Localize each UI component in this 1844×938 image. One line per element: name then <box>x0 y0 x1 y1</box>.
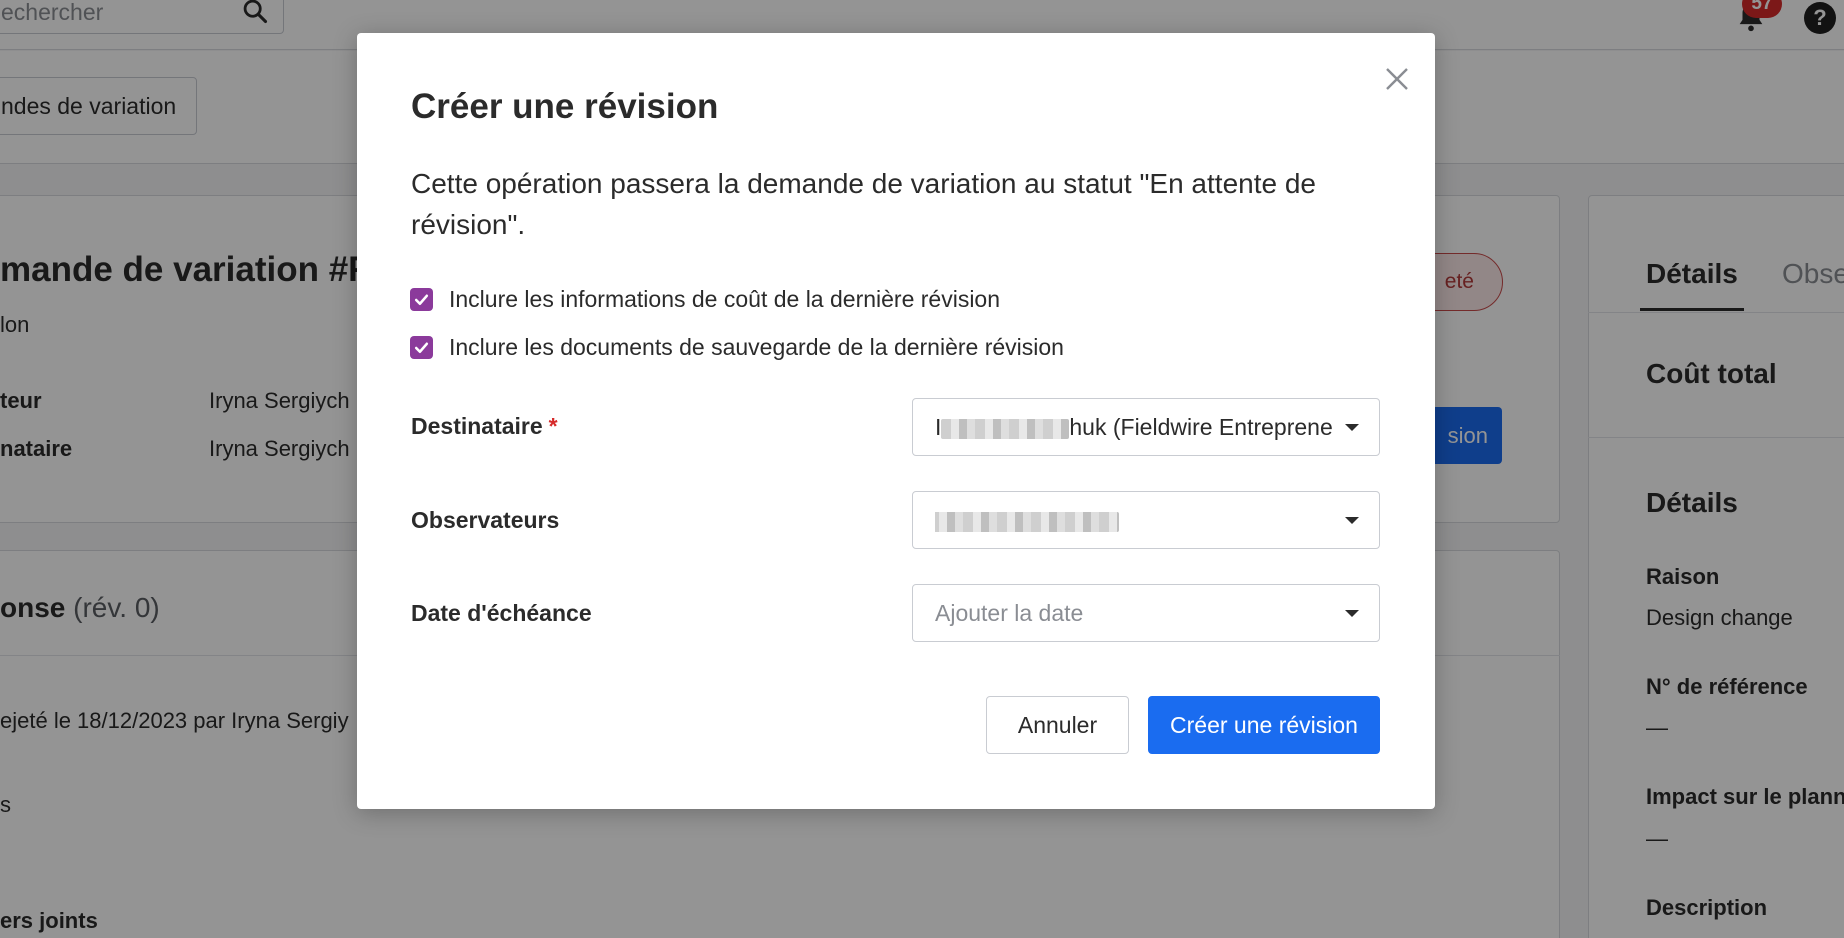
close-icon[interactable] <box>1377 59 1417 99</box>
recipient-field-label: Destinataire * <box>411 413 558 440</box>
include-cost-checkbox-row[interactable]: Inclure les informations de coût de la d… <box>410 286 1000 313</box>
checkmark-icon <box>414 342 429 354</box>
cancel-button[interactable]: Annuler <box>986 696 1129 754</box>
redacted-name <box>941 418 1070 439</box>
required-mark: * <box>548 413 558 439</box>
checkmark-icon <box>414 294 429 306</box>
chevron-down-icon <box>1345 610 1359 617</box>
recipient-label-text: Destinataire <box>411 413 543 439</box>
observers-select-value <box>935 492 1335 548</box>
modal-title: Créer une révision <box>411 87 719 126</box>
due-date-field-label: Date d'échéance <box>411 600 592 626</box>
include-documents-checkbox[interactable] <box>410 336 433 359</box>
chevron-down-icon <box>1345 424 1359 431</box>
include-cost-checkbox[interactable] <box>410 288 433 311</box>
include-cost-label: Inclure les informations de coût de la d… <box>449 286 1001 312</box>
recipient-select-value: Ihuk (Fieldwire Entreprene <box>935 399 1335 455</box>
recipient-value-suffix: huk (Fieldwire Entreprene <box>1069 414 1333 440</box>
observers-select[interactable] <box>912 491 1380 549</box>
create-revision-button[interactable]: Créer une révision <box>1148 696 1380 754</box>
include-documents-checkbox-row[interactable]: Inclure les documents de sauvegarde de l… <box>410 334 1064 361</box>
due-date-placeholder: Ajouter la date <box>935 600 1084 626</box>
chevron-down-icon <box>1345 517 1359 524</box>
create-revision-modal: Créer une révision Cette opération passe… <box>357 33 1435 809</box>
include-documents-label: Inclure les documents de sauvegarde de l… <box>449 334 1064 360</box>
due-date-select[interactable]: Ajouter la date <box>912 584 1380 642</box>
recipient-select[interactable]: Ihuk (Fieldwire Entreprene <box>912 398 1380 456</box>
modal-description: Cette opération passera la demande de va… <box>411 168 1316 240</box>
observers-field-label: Observateurs <box>411 507 560 533</box>
redacted-observer <box>935 511 1119 532</box>
